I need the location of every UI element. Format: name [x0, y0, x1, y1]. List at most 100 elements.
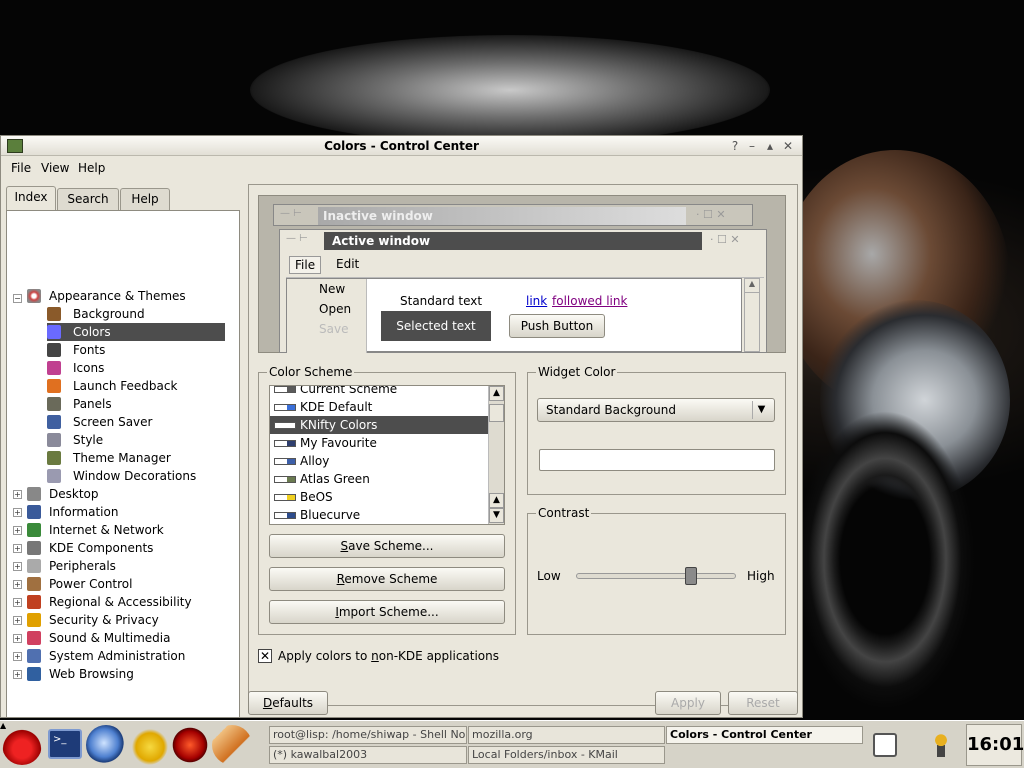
apply-colors-checkbox[interactable]: ✕ — [258, 649, 272, 663]
widget-color-button[interactable] — [539, 449, 775, 471]
scheme-scrollbar[interactable]: ▲ ▲ ▼ — [488, 386, 504, 524]
contrast-slider-handle[interactable] — [685, 567, 697, 585]
scheme-swatch — [274, 458, 296, 465]
browser-globe-icon[interactable] — [86, 725, 126, 765]
tree-item-kde-components[interactable]: KDE Components — [27, 539, 153, 557]
tree-item-label: Sound & Multimedia — [49, 631, 171, 645]
tree-item-desktop[interactable]: Desktop — [27, 485, 99, 503]
expand-icon[interactable]: + — [13, 670, 22, 679]
tree-item-power-control[interactable]: Power Control — [27, 575, 132, 593]
scheme-item[interactable]: KDE Default — [270, 398, 490, 416]
mozilla-icon[interactable] — [170, 725, 210, 765]
expand-icon[interactable]: + — [13, 562, 22, 571]
tree-item-security-privacy[interactable]: Security & Privacy — [27, 611, 159, 629]
reset-button[interactable]: Reset — [728, 691, 798, 715]
remove-scheme-button[interactable]: Remove Scheme — [269, 567, 505, 591]
tree-item-colors[interactable]: Colors — [47, 323, 225, 341]
tree-item-system-administration[interactable]: System Administration — [27, 647, 185, 665]
tab-search[interactable]: Search — [57, 188, 119, 210]
task-shell[interactable]: root@lisp: /home/shiwap - Shell No. — [269, 726, 467, 744]
help-smiley-icon[interactable] — [128, 725, 168, 765]
scheme-item[interactable]: Current Scheme — [270, 386, 490, 398]
terminal-icon[interactable]: >_ — [48, 729, 82, 759]
task-kmail[interactable]: Local Folders/inbox - KMail — [468, 746, 665, 764]
expand-icon[interactable]: + — [13, 526, 22, 535]
scheme-item[interactable]: Atlas Green — [270, 470, 490, 488]
tree-item-web-browsing[interactable]: Web Browsing — [27, 665, 134, 683]
tree-item-information[interactable]: Information — [27, 503, 118, 521]
tree-item-sound-multimedia[interactable]: Sound & Multimedia — [27, 629, 170, 647]
clock[interactable]: 16:01 — [966, 724, 1024, 766]
expand-icon[interactable]: + — [13, 580, 22, 589]
tree-item-internet-network[interactable]: Internet & Network — [27, 521, 164, 539]
import-scheme-button[interactable]: Import Scheme... — [269, 600, 505, 624]
expand-icon[interactable]: + — [13, 598, 22, 607]
tree-item-panels[interactable]: Panels — [47, 395, 116, 413]
scheme-item-label: KNifty Colors — [300, 418, 378, 432]
tree-item-fonts[interactable]: Fonts — [47, 341, 109, 359]
help-button-icon[interactable]: ? — [728, 138, 742, 154]
defaults-button[interactable]: Defaults — [248, 691, 328, 715]
color-scheme-group: Color Scheme Current Scheme KDE Default KN… — [258, 365, 516, 635]
scheme-swatch — [274, 386, 296, 393]
scroll-up-icon[interactable]: ▲ — [489, 493, 504, 508]
expand-icon[interactable]: + — [13, 634, 22, 643]
tree-item-icon — [47, 325, 61, 339]
scheme-item[interactable]: My Favourite — [270, 434, 490, 452]
apply-colors-label[interactable]: Apply colors to non-KDE applications — [278, 649, 499, 663]
expand-icon[interactable]: + — [13, 544, 22, 553]
maximize-icon[interactable]: ▴ — [763, 138, 777, 154]
tree-item-launch-feedback[interactable]: Launch Feedback — [47, 377, 181, 395]
expand-icon[interactable]: + — [13, 616, 22, 625]
scroll-down-icon[interactable]: ▼ — [489, 508, 504, 523]
preview-followed-link: followed link — [552, 294, 628, 308]
task-kawalbal[interactable]: (*) kawalbal2003 — [269, 746, 467, 764]
clipboard-icon[interactable] — [873, 733, 897, 757]
apply-button[interactable]: Apply — [655, 691, 721, 715]
expand-icon[interactable]: + — [13, 508, 22, 517]
scroll-up-icon[interactable]: ▲ — [489, 386, 504, 401]
scheme-item-label: Atlas Green — [300, 472, 370, 486]
panel-hide-icon[interactable]: ▲ — [0, 721, 6, 731]
task-mozilla[interactable]: mozilla.org — [468, 726, 665, 744]
menu-view[interactable]: View — [41, 161, 69, 175]
collapse-icon[interactable]: − — [13, 294, 22, 303]
menu-file[interactable]: File — [11, 161, 31, 175]
scroll-thumb[interactable] — [489, 404, 504, 422]
start-menu-redhat-icon[interactable] — [2, 725, 42, 765]
tree-item-background[interactable]: Background — [47, 305, 149, 323]
menu-help[interactable]: Help — [78, 161, 105, 175]
tree-item-window-decorations[interactable]: Window Decorations — [47, 467, 200, 485]
tree-item-icon — [27, 505, 41, 519]
close-icon[interactable]: ✕ — [781, 138, 795, 154]
tree-item-theme-manager[interactable]: Theme Manager — [47, 449, 175, 467]
task-control-center[interactable]: Colors - Control Center — [666, 726, 863, 744]
color-scheme-list[interactable]: Current Scheme KDE Default KNifty Colors My… — [269, 385, 505, 525]
expand-icon[interactable]: + — [13, 652, 22, 661]
widget-color-select[interactable]: Standard Background ▼ — [537, 398, 775, 422]
title-bar[interactable]: Colors - Control Center ? – ▴ ✕ — [1, 136, 802, 156]
tree-item-icons[interactable]: Icons — [47, 359, 108, 377]
preview-menubar: File Edit — [286, 254, 764, 278]
user-icon[interactable] — [932, 733, 950, 757]
tree-item-regional-accessibility[interactable]: Regional & Accessibility — [27, 593, 192, 611]
office-icon[interactable] — [212, 725, 252, 765]
save-scheme-button[interactable]: Save Scheme... — [269, 534, 505, 558]
expand-icon[interactable]: + — [13, 490, 22, 499]
tab-help[interactable]: Help — [120, 188, 170, 210]
scheme-item[interactable]: BeOS — [270, 488, 490, 506]
tab-index[interactable]: Index — [6, 186, 56, 210]
scheme-item[interactable]: Alloy — [270, 452, 490, 470]
preview-push-button: Push Button — [509, 314, 605, 338]
scheme-item[interactable]: Bluecurve — [270, 506, 490, 524]
minimize-icon[interactable]: – — [745, 138, 759, 154]
tree-item-style[interactable]: Style — [47, 431, 107, 449]
scheme-item[interactable]: KNifty Colors — [270, 416, 490, 434]
tree-item-label: System Administration — [49, 649, 186, 663]
tree-item-icon — [47, 307, 61, 321]
tree-item-screen-saver[interactable]: Screen Saver — [47, 413, 156, 431]
tree-item-appearance[interactable]: Appearance & Themes — [27, 287, 186, 305]
tree-item-peripherals[interactable]: Peripherals — [27, 557, 116, 575]
contrast-slider-track[interactable] — [576, 573, 736, 579]
chevron-down-icon[interactable]: ▼ — [752, 401, 770, 419]
